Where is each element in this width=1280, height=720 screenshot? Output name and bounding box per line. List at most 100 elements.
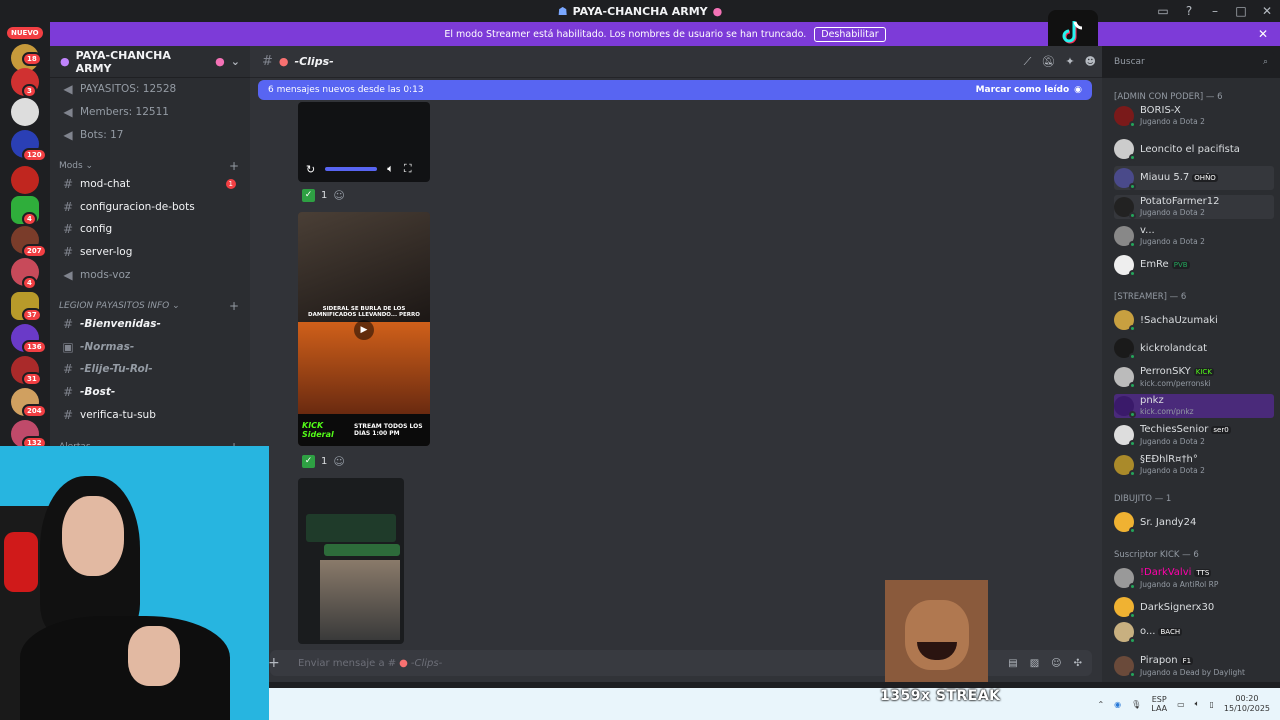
search-icon: ⌕: [1262, 57, 1268, 67]
category-mods[interactable]: Mods ⌄ +: [59, 159, 239, 173]
chat-header: # ● -Clips- ⟋ 🔕︎ ✦ ☻: [250, 46, 1102, 78]
channel-bost[interactable]: # -Bost-: [56, 382, 244, 402]
server-name: PAYA-CHANCHA ARMY: [75, 48, 171, 75]
channel-server-log[interactable]: # server-log: [56, 242, 244, 262]
mark-read-icon: ◉: [1074, 85, 1082, 95]
fullscreen-icon[interactable]: ⛶: [404, 162, 412, 176]
channel-config[interactable]: # config: [56, 219, 244, 239]
maximize-button[interactable]: □: [1228, 4, 1254, 18]
category-legion[interactable]: LEGION PAYASITOS INFO ⌄ +: [59, 299, 239, 313]
member-item[interactable]: !SachaUzumaki: [1114, 308, 1274, 332]
channel-verifica-tu-sub[interactable]: # verifica-tu-sub: [56, 405, 244, 425]
streamer-body: [20, 616, 230, 720]
member-item[interactable]: Pirapon F1 Jugando a Dead by Daylight: [1114, 654, 1274, 678]
stat-channel[interactable]: ◀ Bots: 17: [56, 125, 244, 145]
mute-icon[interactable]: 🔕︎: [1041, 55, 1055, 69]
microphone-icon: [4, 532, 38, 592]
close-icon[interactable]: ✕: [1258, 27, 1268, 41]
member-tag: PVB: [1171, 261, 1190, 269]
apps-icon[interactable]: ✣: [1074, 658, 1082, 669]
member-item[interactable]: EmRe PVB: [1114, 253, 1274, 277]
sticker-icon[interactable]: ▨: [1030, 658, 1039, 669]
member-item[interactable]: Leoncito el pacifista: [1114, 137, 1274, 161]
channel-bienvenidas[interactable]: # -Bienvenidas-: [56, 314, 244, 334]
member-item[interactable]: PotatoFarmer12 Jugando a Dota 2: [1114, 195, 1274, 219]
server-icon[interactable]: [11, 166, 39, 194]
play-icon[interactable]: ▶: [354, 320, 374, 340]
chat-bubble: [324, 544, 400, 556]
video-thumbnail[interactable]: SIDERAL SE BURLA DE LOS DAMNIFICADOS LLE…: [298, 212, 430, 446]
pin-icon[interactable]: ✦: [1065, 55, 1074, 69]
new-messages-bar[interactable]: 6 mensajes nuevos desde las 0:13 Marcar …: [258, 80, 1092, 100]
server-header[interactable]: ● PAYA-CHANCHA ARMY ● ⌄: [50, 46, 250, 78]
network-icon[interactable]: ▭: [1177, 700, 1185, 709]
member-item[interactable]: §ЕÐhlR¤†h° Jugando a Dota 2: [1114, 453, 1274, 477]
close-window-button[interactable]: ✕: [1254, 4, 1280, 18]
add-reaction-icon[interactable]: ☺: [333, 189, 344, 202]
channel-emoji-icon: ●: [278, 55, 289, 68]
microphone-tray-icon[interactable]: 🎙︎: [1131, 700, 1141, 709]
channel-mod-chat[interactable]: # mod-chat 1: [56, 174, 244, 194]
minimize-button[interactable]: –: [1202, 4, 1228, 18]
member-tag: BACH: [1158, 628, 1183, 636]
avatar: [1114, 168, 1136, 190]
screenshot-attachment[interactable]: [298, 478, 404, 644]
member-group-title: [STREAMER] — 6: [1114, 292, 1187, 302]
disable-button[interactable]: Deshabilitar: [814, 26, 886, 42]
checkmark-icon[interactable]: ✓: [302, 455, 315, 468]
channel-normas[interactable]: ▣ -Normas-: [56, 337, 244, 357]
channel-mods-voz[interactable]: ◀ mods-voz: [56, 265, 244, 285]
member-item[interactable]: PerronSKY KICK kick.com/perronski: [1114, 365, 1274, 389]
help-icon[interactable]: ?: [1176, 4, 1202, 18]
gif-icon[interactable]: ▤: [1008, 658, 1017, 669]
member-item[interactable]: v... Jugando a Dota 2: [1114, 224, 1274, 248]
checkmark-icon[interactable]: ✓: [302, 189, 315, 202]
member-item[interactable]: Sr. Jandy24: [1114, 510, 1274, 534]
language-indicator[interactable]: ESP LAA: [1151, 695, 1167, 713]
threads-icon[interactable]: ⟋: [1024, 55, 1032, 69]
taskbar: ⌃ ◉ 🎙︎ ESP LAA ▭ 🔈︎ ▯ 00:20 15/10/2025: [269, 688, 1280, 720]
streamer-hand: [128, 626, 180, 686]
add-channel-icon[interactable]: +: [229, 159, 239, 173]
clip-caption: SIDERAL SE BURLA DE LOS DAMNIFICADOS LLE…: [308, 306, 420, 318]
member-item[interactable]: pnkz kick.com/pnkz: [1114, 394, 1274, 418]
mark-as-read-button[interactable]: Marcar como leído: [976, 85, 1070, 95]
app-icon[interactable]: ◉: [1114, 700, 1121, 709]
volume-tray-icon[interactable]: 🔈︎: [1195, 699, 1200, 709]
progress-bar[interactable]: [325, 167, 378, 171]
avatar: [1114, 255, 1136, 277]
member-item[interactable]: Miauu 5.7 OHÑO: [1114, 166, 1274, 190]
member-item[interactable]: !DarkValvi TTS Jugando a AntiRol RP: [1114, 566, 1274, 590]
stat-channel[interactable]: ◀ PAYASITOS: 12528: [56, 79, 244, 99]
battery-icon[interactable]: ▯: [1209, 700, 1213, 709]
reaction-row: ✓ 1 ☺: [302, 455, 345, 468]
emoji-icon[interactable]: ☺: [1051, 658, 1061, 669]
add-reaction-icon[interactable]: ☺: [333, 455, 344, 468]
stat-channel[interactable]: ◀ Members: 12511: [56, 102, 244, 122]
add-channel-icon[interactable]: +: [229, 299, 239, 313]
member-item[interactable]: BORIS-X Jugando a Dota 2: [1114, 104, 1274, 128]
avatar: [1114, 597, 1136, 619]
volume-icon[interactable]: 🔈︎: [387, 162, 394, 176]
server-icon[interactable]: [11, 98, 39, 126]
channel-configuracion-de-bots[interactable]: # configuracion-de-bots: [56, 197, 244, 217]
replay-icon[interactable]: ↻: [306, 163, 315, 176]
member-list-icon[interactable]: ☻: [1085, 55, 1096, 69]
member-item[interactable]: kickrolandcat: [1114, 336, 1274, 360]
attach-plus-icon[interactable]: +: [268, 655, 280, 671]
clock[interactable]: 00:20 15/10/2025: [1224, 694, 1270, 714]
pig-icon: ●: [712, 4, 723, 18]
member-item[interactable]: o... BACH: [1114, 620, 1274, 644]
video-player[interactable]: ↻ 🔈︎ ⛶: [298, 102, 430, 182]
member-tag: KICK: [1193, 367, 1214, 376]
search-input[interactable]: Buscar ⌕: [1108, 52, 1274, 72]
inbox-icon[interactable]: ▭: [1150, 4, 1176, 18]
reaction-row: ✓ 1 ☺: [302, 189, 345, 202]
unread-badge: 4: [22, 276, 37, 290]
member-item[interactable]: TechiesSenior ser0 Jugando a Dota 2: [1114, 423, 1274, 447]
streak-counter: 1359x STREAK: [880, 688, 1001, 704]
tray-chevron-icon[interactable]: ⌃: [1097, 700, 1104, 709]
member-item[interactable]: DarkSignerx30: [1114, 595, 1274, 619]
channel-elije-tu-rol[interactable]: # -Elije-Tu-Rol-: [56, 359, 244, 379]
chevron-down-icon: ⌄: [169, 301, 180, 311]
